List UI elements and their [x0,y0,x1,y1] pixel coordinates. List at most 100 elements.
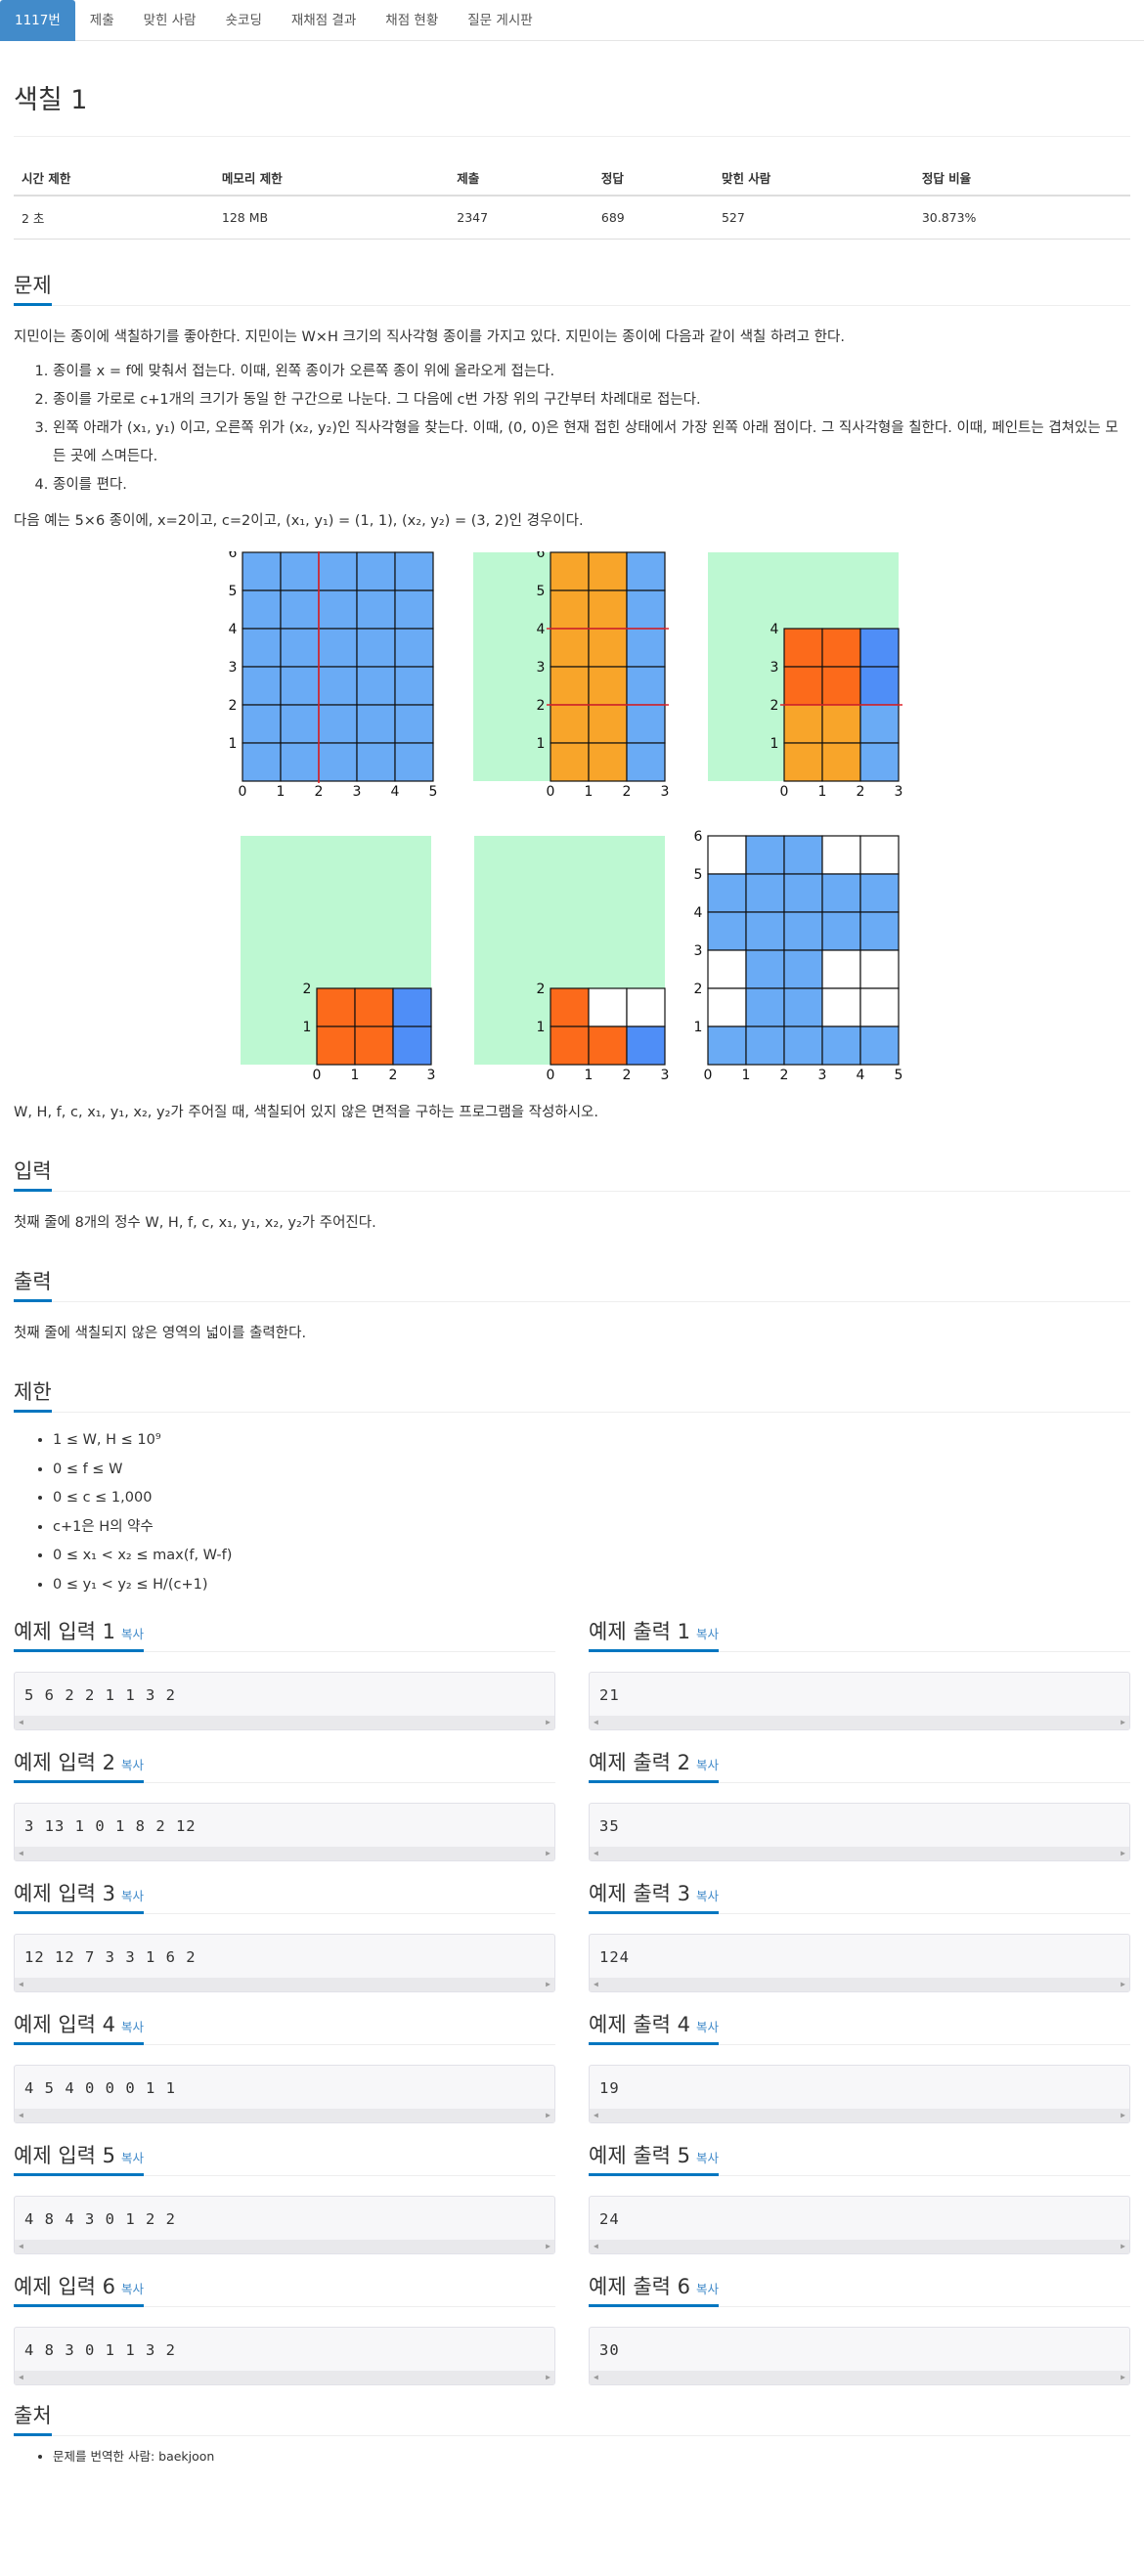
sample-input-box[interactable]: 3 13 1 0 1 8 2 12 ◀ ▶ [14,1803,555,1861]
horizontal-scrollbar[interactable]: ◀ ▶ [15,2371,554,2384]
scroll-left-icon[interactable]: ◀ [19,2242,23,2250]
sample-input-column: 예제 입력 1 복사 5 6 2 2 1 1 3 2 ◀ ▶ [14,1599,555,1730]
sample-output-column: 예제 출력 1 복사 21 ◀ ▶ [589,1599,1130,1730]
copy-button[interactable]: 복사 [121,2020,144,2034]
sample-input-box[interactable]: 4 8 4 3 0 1 2 2 ◀ ▶ [14,2196,555,2254]
sample-output-box[interactable]: 124 ◀ ▶ [589,1934,1130,1992]
panel3-cell [859,666,900,706]
panel5-cell [550,1026,590,1066]
scroll-left-icon[interactable]: ◀ [594,1718,598,1726]
scroll-right-icon[interactable]: ▶ [1121,1980,1125,1988]
tab-solved-users[interactable]: 맞힌 사람 [129,0,211,41]
scroll-left-icon[interactable]: ◀ [19,2111,23,2119]
sample-title-text: 예제 출력 2 [589,1751,690,1774]
sample-input-column: 예제 입력 6 복사 4 8 3 0 1 1 3 2 ◀ ▶ [14,2254,555,2385]
sample-output-box[interactable]: 35 ◀ ▶ [589,1803,1130,1861]
sample-input-box[interactable]: 12 12 7 3 3 1 6 2 ◀ ▶ [14,1934,555,1992]
horizontal-scrollbar[interactable]: ◀ ▶ [590,2109,1129,2122]
horizontal-scrollbar[interactable]: ◀ ▶ [590,2371,1129,2384]
copy-button[interactable]: 복사 [121,2282,144,2296]
limit-item: 0 ≤ x₁ < x₂ ≤ max(f, W-f) [53,1542,1130,1571]
horizontal-scrollbar[interactable]: ◀ ▶ [590,1847,1129,1860]
problem-steps: 종이를 x = f에 맞춰서 접는다. 이때, 왼쪽 종이가 오른쪽 종이 위에… [14,358,1130,500]
panel2-x-tick: 3 [661,784,670,800]
tab-short-coding[interactable]: 숏코딩 [211,0,277,41]
scroll-right-icon[interactable]: ▶ [1121,2373,1125,2381]
scroll-right-icon[interactable]: ▶ [546,2111,550,2119]
sample-output-box[interactable]: 24 ◀ ▶ [589,2196,1130,2254]
panel2-y-tick: 5 [537,584,546,599]
scroll-left-icon[interactable]: ◀ [19,1849,23,1857]
panel1-cell [394,666,434,706]
limits-section-header: 제한 [14,1379,1130,1413]
copy-button[interactable]: 복사 [121,1758,144,1772]
horizontal-scrollbar[interactable]: ◀ ▶ [590,1978,1129,1991]
horizontal-scrollbar[interactable]: ◀ ▶ [590,2240,1129,2253]
panel2-cell [626,551,666,591]
horizontal-scrollbar[interactable]: ◀ ▶ [15,1847,554,1860]
panel6-cell [707,835,747,875]
horizontal-scrollbar[interactable]: ◀ ▶ [15,2240,554,2253]
copy-button[interactable]: 복사 [121,1889,144,1903]
copy-button[interactable]: 복사 [696,2020,719,2034]
info-header: 정답 [593,160,714,196]
panel1-y-tick: 3 [229,660,238,676]
scroll-right-icon[interactable]: ▶ [1121,2111,1125,2119]
scroll-right-icon[interactable]: ▶ [546,2242,550,2250]
scroll-left-icon[interactable]: ◀ [594,2373,598,2381]
panel2-y-tick: 4 [537,622,546,637]
copy-button[interactable]: 복사 [121,1627,144,1641]
copy-button[interactable]: 복사 [696,1627,719,1641]
panel1-cell [394,551,434,591]
tab-status[interactable]: 채점 현황 [371,0,453,41]
copy-button[interactable]: 복사 [696,1889,719,1903]
scroll-left-icon[interactable]: ◀ [594,2242,598,2250]
sample-output-box[interactable]: 30 ◀ ▶ [589,2327,1130,2385]
step-item: 종이를 편다. [53,471,1130,500]
output-heading: 출력 [14,1269,52,1302]
info-header: 메모리 제한 [213,160,450,196]
scroll-left-icon[interactable]: ◀ [19,2373,23,2381]
scroll-right-icon[interactable]: ▶ [546,1980,550,1988]
example-description: 다음 예는 5×6 종이에, x=2이고, c=2이고, (x₁, y₁) = … [14,513,584,529]
copy-button[interactable]: 복사 [696,1758,719,1772]
horizontal-scrollbar[interactable]: ◀ ▶ [15,1716,554,1729]
scroll-left-icon[interactable]: ◀ [19,1980,23,1988]
tab-board[interactable]: 질문 게시판 [453,0,547,41]
scroll-right-icon[interactable]: ▶ [546,1718,550,1726]
panel2-cell [588,589,628,630]
panel1-cell [356,704,396,744]
sample-output-box[interactable]: 21 ◀ ▶ [589,1672,1130,1730]
output-text: 첫째 줄에 색칠되지 않은 영역의 넓이를 출력한다. [14,1326,307,1341]
scroll-left-icon[interactable]: ◀ [594,2111,598,2119]
tab-problem[interactable]: 1117번 [0,0,75,41]
copy-button[interactable]: 복사 [696,2151,719,2165]
panel5-cell [550,987,590,1027]
scroll-left-icon[interactable]: ◀ [594,1849,598,1857]
scroll-right-icon[interactable]: ▶ [1121,1849,1125,1857]
scroll-right-icon[interactable]: ▶ [1121,1718,1125,1726]
scroll-left-icon[interactable]: ◀ [594,1980,598,1988]
copy-button[interactable]: 복사 [696,2282,719,2296]
sample-title: 예제 출력 6 복사 [589,2274,720,2307]
horizontal-scrollbar[interactable]: ◀ ▶ [590,1716,1129,1729]
sample-output-box[interactable]: 19 ◀ ▶ [589,2065,1130,2123]
sample-input-box[interactable]: 4 8 3 0 1 1 3 2 ◀ ▶ [14,2327,555,2385]
sample-header: 예제 출력 6 복사 [589,2274,1130,2307]
copy-button[interactable]: 복사 [121,2151,144,2165]
panel6-cell [859,949,900,989]
scroll-right-icon[interactable]: ▶ [1121,2242,1125,2250]
sample-input-box[interactable]: 5 6 2 2 1 1 3 2 ◀ ▶ [14,1672,555,1730]
horizontal-scrollbar[interactable]: ◀ ▶ [15,1978,554,1991]
sample-row: 예제 입력 5 복사 4 8 4 3 0 1 2 2 ◀ ▶ 예제 출력 5 복사 24 ◀ ▶ [14,2123,1130,2254]
info-header: 제출 [449,160,594,196]
scroll-right-icon[interactable]: ▶ [546,1849,550,1857]
sample-input-box[interactable]: 4 5 4 0 0 0 1 1 ◀ ▶ [14,2065,555,2123]
scroll-right-icon[interactable]: ▶ [546,2373,550,2381]
tab-rejudge[interactable]: 재채점 결과 [277,0,371,41]
scroll-left-icon[interactable]: ◀ [19,1718,23,1726]
horizontal-scrollbar[interactable]: ◀ ▶ [15,2109,554,2122]
panel6-cell [745,987,785,1027]
tab-submit[interactable]: 제출 [75,0,129,41]
panel1-cell [280,628,320,668]
